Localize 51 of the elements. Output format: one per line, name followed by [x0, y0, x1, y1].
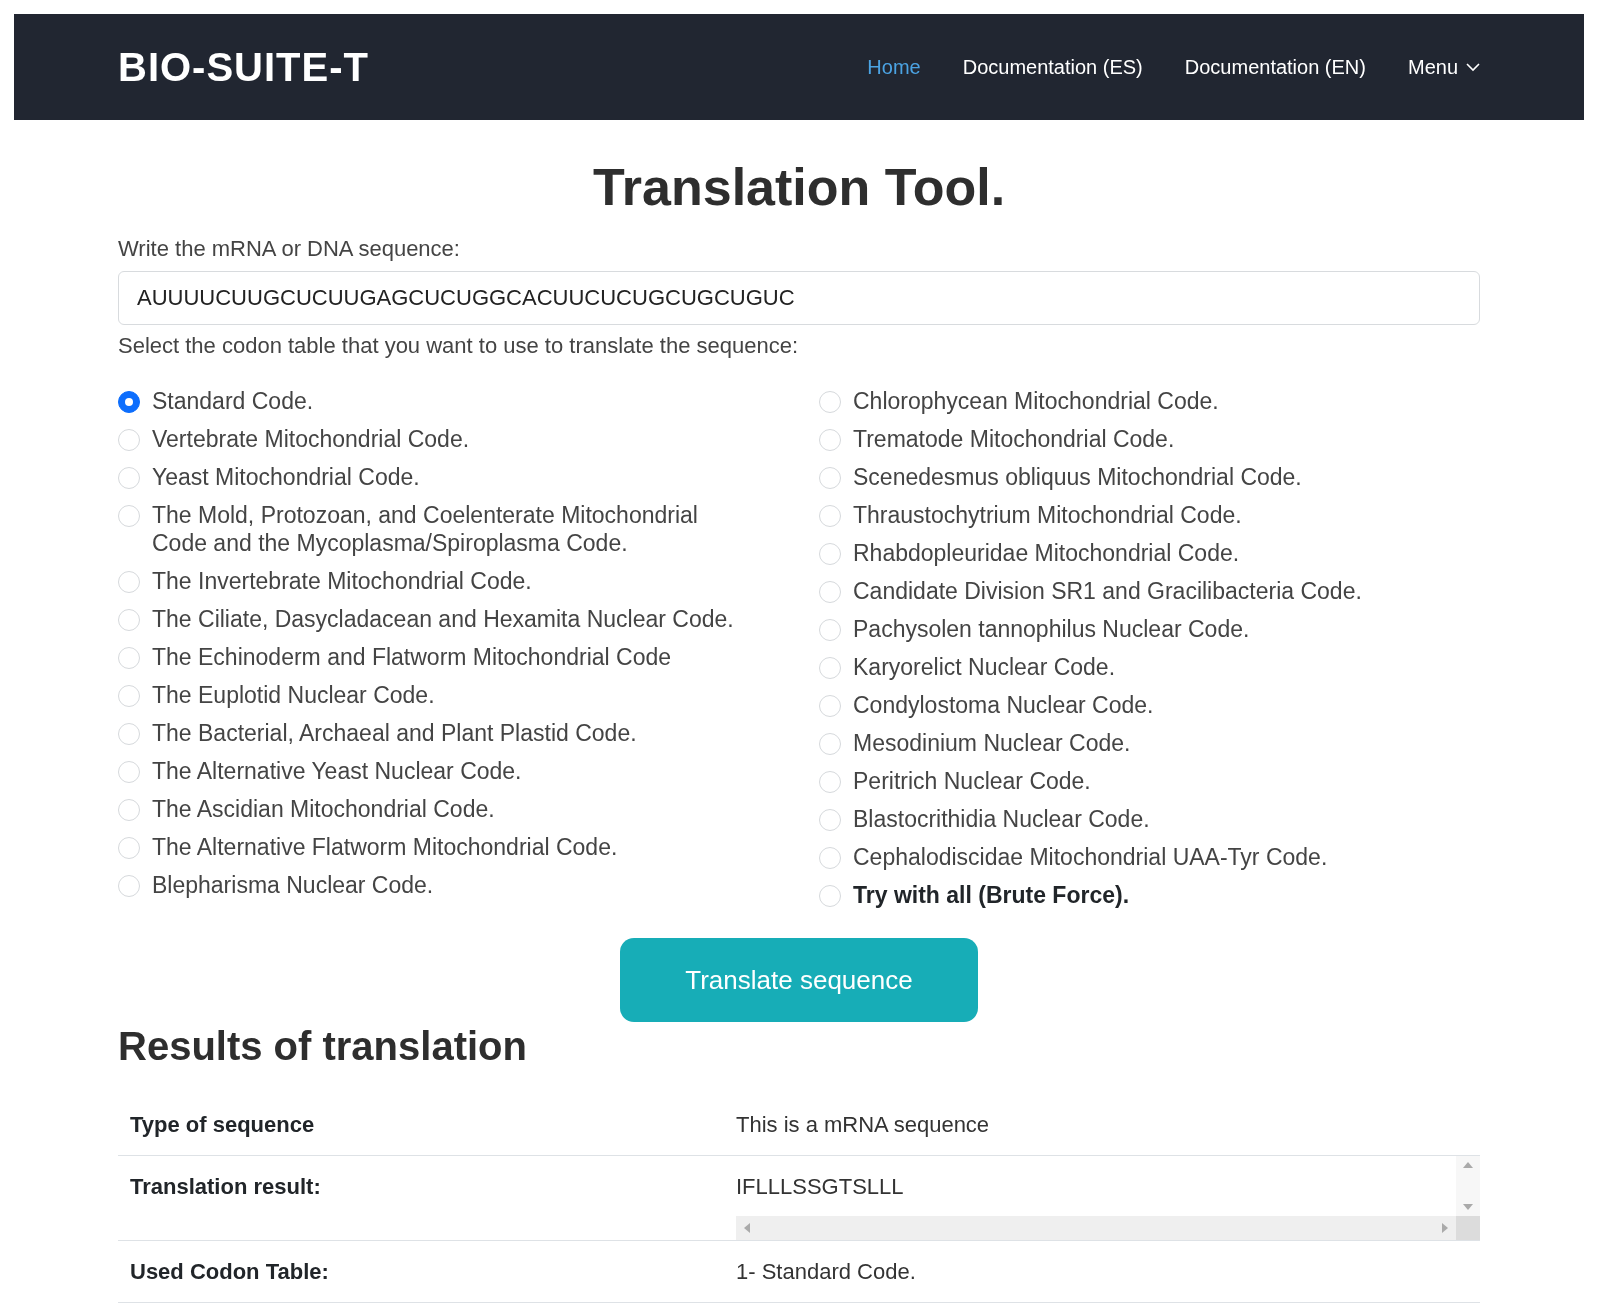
radio-label: Rhabdopleuridae Mitochondrial Code. [853, 539, 1240, 567]
radio-button[interactable] [118, 391, 140, 413]
radio-label: Candidate Division SR1 and Gracilibacteria Code. [853, 577, 1362, 605]
radio-label: The Mold, Protozoan, and Coelenterate Mitochondrial Code and the Mycoplasma/Spiroplasma Code. [152, 501, 699, 557]
chevron-down-icon [1466, 62, 1480, 72]
radio-label: Standard Code. [152, 387, 314, 415]
result-value: IFLLLSSGTSLLL [736, 1173, 905, 1201]
radio-label: Blastocrithidia Nuclear Code. [853, 805, 1150, 833]
radio-label: The Echinoderm and Flatworm Mitochondrial Code [152, 643, 672, 671]
result-value: This is a mRNA sequence [736, 1111, 991, 1139]
scroll-left-icon[interactable] [744, 1223, 750, 1233]
nav-link[interactable]: Documentation (EN) [1184, 52, 1366, 82]
result-label: Type of sequence [129, 1111, 316, 1139]
radio-label: Vertebrate Mitochondrial Code. [152, 425, 470, 453]
radio-label: Trematode Mitochondrial Code. [853, 425, 1175, 453]
brand-logo[interactable]: BIO-SUITE-T [118, 37, 369, 97]
results-title: Results of translation [118, 1023, 528, 1070]
radio-label: Peritrich Nuclear Code. [853, 767, 1091, 795]
radio-label: The Ciliate, Dasycladacean and Hexamita Nuclear Code. [152, 605, 734, 633]
radio-label: The Ascidian Mitochondrial Code. [152, 795, 495, 823]
nav-link[interactable]: Menu [1407, 52, 1480, 82]
field-label: Write the mRNA or DNA sequence: [118, 235, 461, 263]
sequence-input[interactable]: AUUUUCUUGCUCUUGAGCUCUGGCACUUCUCUGCUGCUGUC [118, 271, 1480, 325]
scroll-up-icon[interactable] [1463, 1162, 1473, 1168]
radio-label: Karyorelict Nuclear Code. [853, 653, 1116, 681]
radio-label: Condylostoma Nuclear Code. [853, 691, 1154, 719]
result-label: Translation result: [129, 1173, 322, 1201]
scroll-down-icon[interactable] [1463, 1204, 1473, 1210]
radio-label: Yeast Mitochondrial Code. [152, 463, 420, 491]
radio-label: Mesodinium Nuclear Code. [853, 729, 1131, 757]
nav-link[interactable]: Home [867, 52, 921, 82]
radio-label: The Euplotid Nuclear Code. [152, 681, 435, 709]
radio-label: The Bacterial, Archaeal and Plant Plastid Code. [152, 719, 637, 747]
radio-label: Chlorophycean Mitochondrial Code. [853, 387, 1219, 415]
radio-label: Try with all (Brute Force). [853, 881, 1130, 909]
radio-label: Scenedesmus obliquus Mitochondrial Code. [853, 463, 1302, 491]
nav-link[interactable]: Documentation (ES) [962, 52, 1143, 82]
radio-label: The Alternative Yeast Nuclear Code. [152, 757, 522, 785]
result-label: Used Codon Table: [129, 1258, 330, 1286]
result-value: 1- Standard Code. [736, 1258, 917, 1286]
radio-label: Cephalodiscidae Mitochondrial UAA-Tyr Code. [853, 843, 1328, 871]
vertical-scrollbar[interactable] [1456, 1156, 1480, 1216]
scroll-right-icon[interactable] [1442, 1223, 1448, 1233]
radio-label: Blepharisma Nuclear Code. [152, 871, 434, 899]
codon-table-label: Select the codon table that you want to use to translate the sequence: [118, 332, 799, 360]
radio-label: The Alternative Flatworm Mitochondrial Code. [152, 833, 618, 861]
radio-label: Pachysolen tannophilus Nuclear Code. [853, 615, 1250, 643]
radio-label: Thraustochytrium Mitochondrial Code. [853, 501, 1242, 529]
radio-label: The Invertebrate Mitochondrial Code. [152, 567, 532, 595]
horizontal-scrollbar[interactable] [736, 1216, 1456, 1240]
page-title: Translation Tool. [591, 157, 1007, 218]
